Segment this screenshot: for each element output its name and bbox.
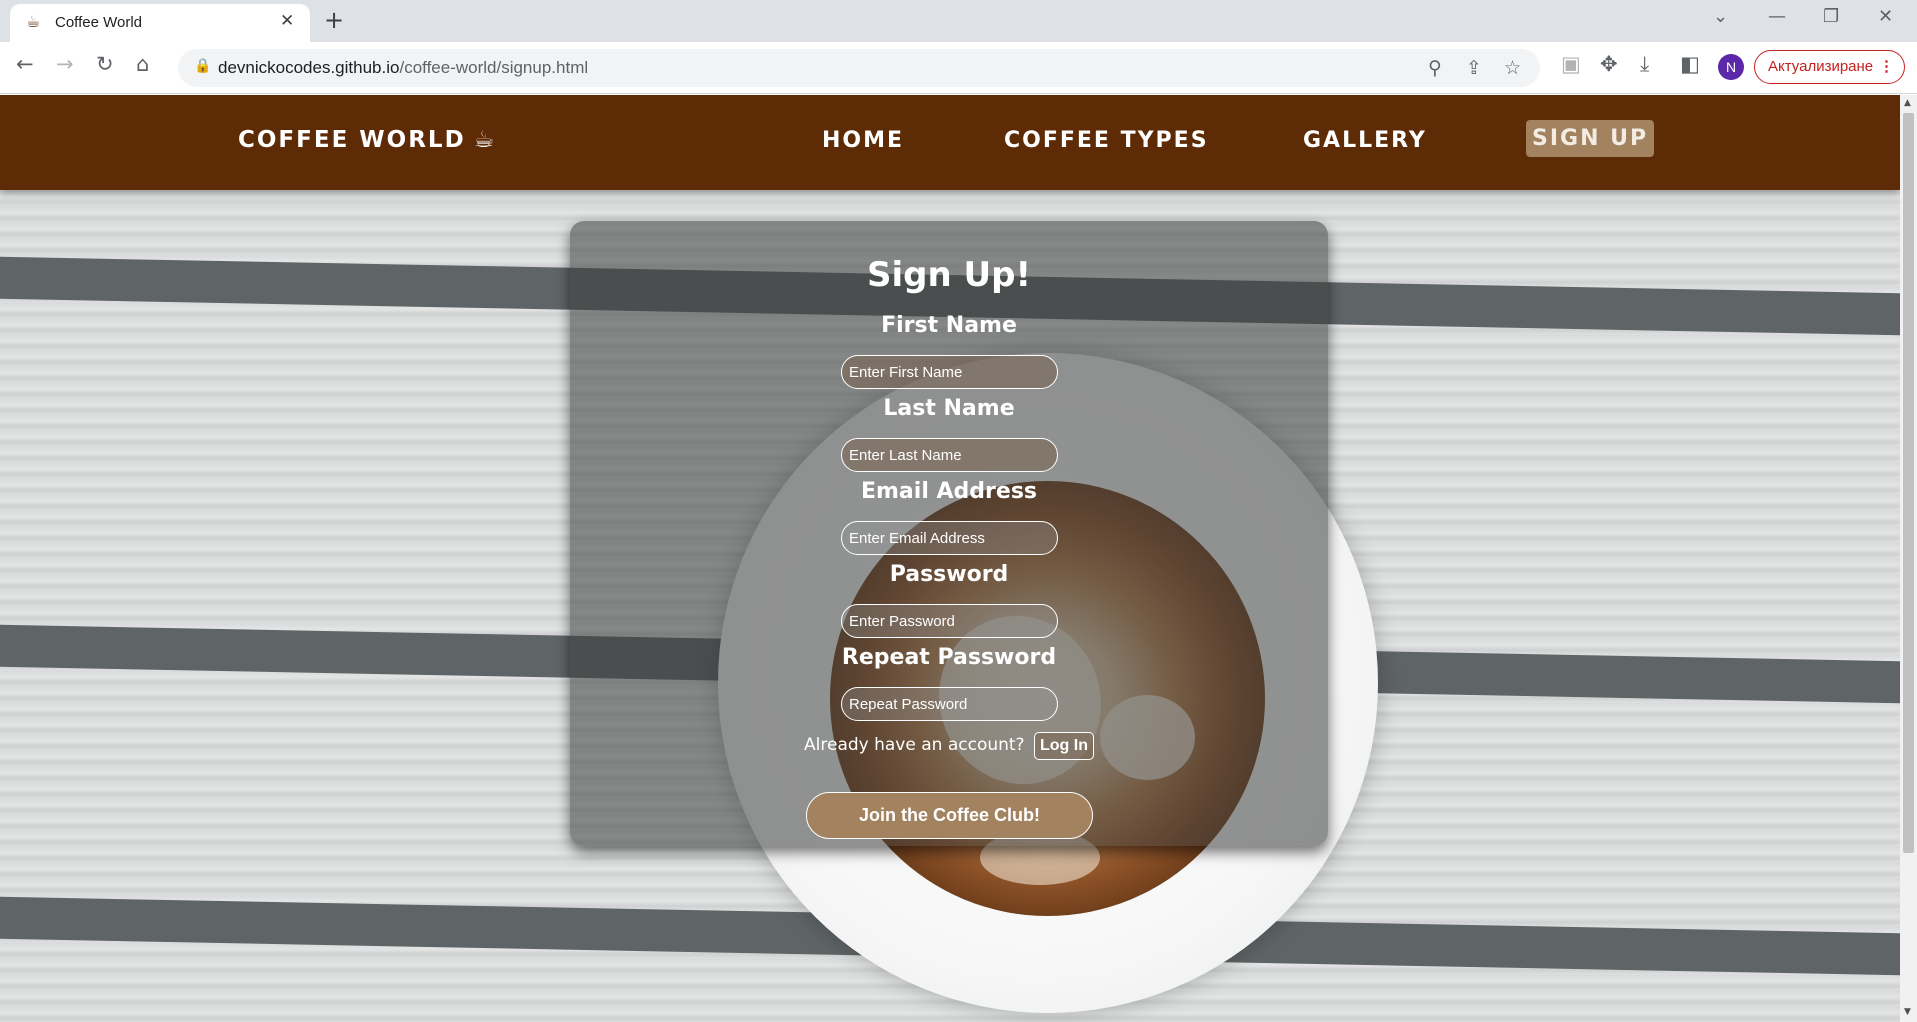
- puzzle-icon[interactable]: ✥: [1600, 52, 1618, 76]
- email-field[interactable]: [841, 521, 1058, 555]
- nav-home[interactable]: HOME: [822, 128, 904, 153]
- page-viewport: COFFEE WORLD ☕ HOME COFFEE TYPES GALLERY …: [0, 95, 1900, 1022]
- url-text[interactable]: devnickocodes.github.io/coffee-world/sig…: [218, 58, 588, 78]
- home-icon[interactable]: ⌂: [136, 52, 149, 76]
- login-row: Already have an account? Log In: [570, 732, 1328, 760]
- last-name-field[interactable]: [841, 438, 1058, 472]
- first-name-field[interactable]: [841, 355, 1058, 389]
- email-label: Email Address: [860, 479, 1038, 504]
- extension-icon[interactable]: ▣: [1561, 52, 1581, 76]
- page-scrollbar[interactable]: ▲ ▼: [1900, 95, 1917, 1022]
- address-bar[interactable]: 🔒 devnickocodes.github.io/coffee-world/s…: [178, 49, 1540, 87]
- coffee-cup-icon: ☕: [473, 127, 497, 153]
- menu-icon[interactable]: ⋮: [1879, 51, 1894, 83]
- repeat-password-label: Repeat Password: [841, 645, 1057, 670]
- back-icon[interactable]: ←: [16, 52, 34, 76]
- share-icon[interactable]: ⇪: [1466, 57, 1482, 79]
- browser-toolbar: ← → ↻ ⌂ 🔒 devnickocodes.github.io/coffee…: [0, 42, 1917, 94]
- close-tab-icon[interactable]: ✕: [280, 11, 294, 31]
- reload-icon[interactable]: ↻: [96, 52, 114, 76]
- download-icon[interactable]: ⤓: [1640, 52, 1649, 77]
- tab-search-icon[interactable]: ⌄: [1713, 6, 1728, 27]
- star-icon[interactable]: ☆: [1504, 57, 1521, 79]
- scroll-up-icon[interactable]: ▲: [1904, 98, 1911, 108]
- update-button[interactable]: Актуализиране ⋮: [1754, 50, 1905, 84]
- nav-coffee-types[interactable]: COFFEE TYPES: [1004, 128, 1209, 153]
- coffee-favicon-icon: ☕: [26, 12, 41, 31]
- scroll-down-icon[interactable]: ▼: [1904, 1007, 1911, 1017]
- join-club-button[interactable]: Join the Coffee Club!: [806, 792, 1093, 839]
- signup-form-card: Sign Up! First Name Last Name Email Addr…: [570, 221, 1328, 846]
- repeat-password-field[interactable]: [841, 687, 1058, 721]
- site-logo[interactable]: COFFEE WORLD ☕: [238, 127, 496, 153]
- close-window-icon[interactable]: ✕: [1878, 6, 1893, 27]
- profile-avatar[interactable]: N: [1718, 54, 1744, 80]
- last-name-label: Last Name: [883, 396, 1015, 421]
- tab-title: Coffee World: [55, 14, 142, 31]
- first-name-label: First Name: [881, 313, 1017, 338]
- scroll-thumb[interactable]: [1903, 113, 1914, 853]
- sidepanel-icon[interactable]: ◧: [1680, 52, 1700, 76]
- browser-tab[interactable]: ☕ Coffee World ✕: [10, 4, 310, 42]
- forward-icon[interactable]: →: [56, 52, 74, 76]
- site-header: COFFEE WORLD ☕ HOME COFFEE TYPES GALLERY …: [0, 95, 1900, 190]
- nav-gallery[interactable]: GALLERY: [1303, 128, 1427, 153]
- lock-icon[interactable]: 🔒: [194, 58, 211, 74]
- browser-tab-strip: ☕ Coffee World ✕ + ⌄ — ❐ ✕: [0, 0, 1917, 42]
- login-prompt: Already have an account?: [804, 735, 1025, 755]
- form-title: Sign Up!: [867, 255, 1031, 295]
- password-field[interactable]: [841, 604, 1058, 638]
- nav-sign-up[interactable]: SIGN UP: [1526, 120, 1655, 157]
- minimize-icon[interactable]: —: [1768, 6, 1786, 27]
- password-label: Password: [889, 562, 1009, 587]
- restore-icon[interactable]: ❐: [1823, 6, 1839, 27]
- new-tab-icon[interactable]: +: [324, 6, 344, 34]
- zoom-icon[interactable]: ⚲: [1428, 57, 1442, 79]
- login-button[interactable]: Log In: [1033, 732, 1094, 760]
